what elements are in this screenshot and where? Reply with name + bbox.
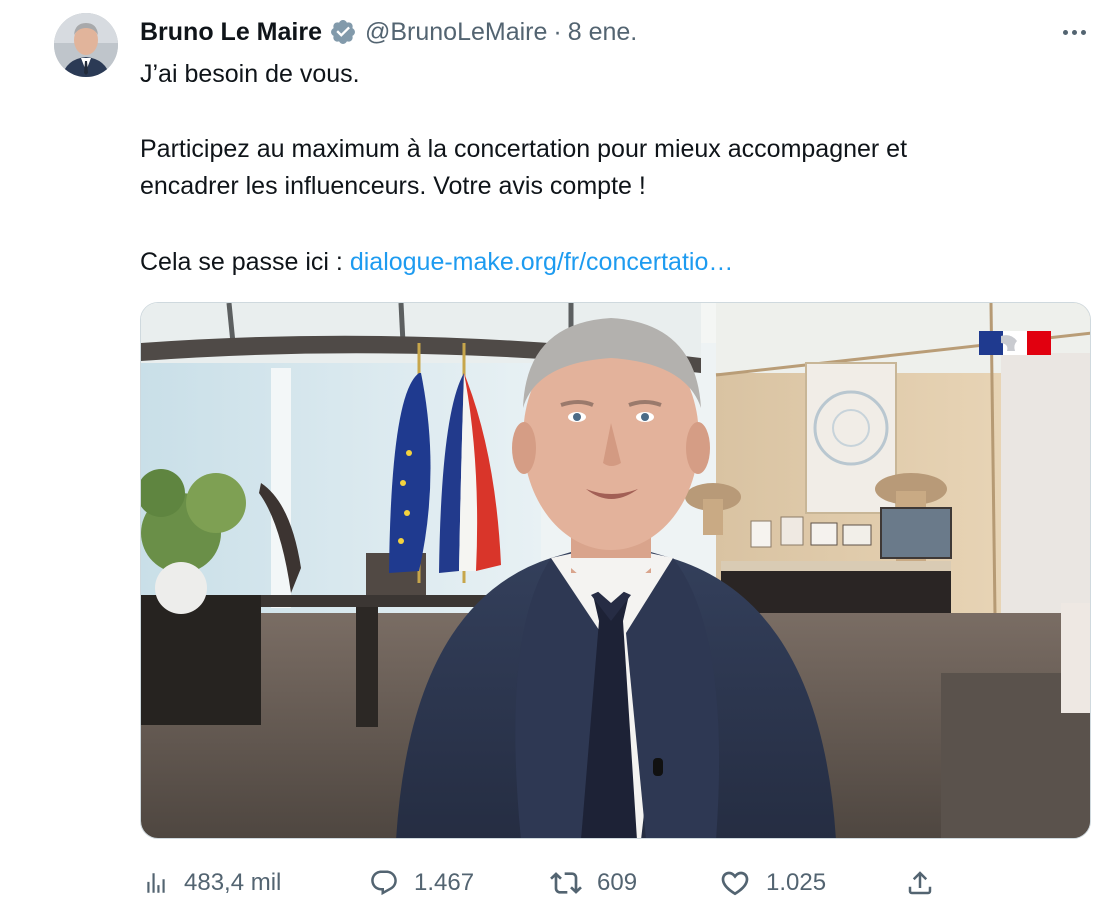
views-button[interactable]: 483,4 mil <box>143 862 281 904</box>
author-handle[interactable]: @BrunoLeMaire <box>365 18 547 47</box>
bar-chart-icon <box>143 870 169 896</box>
share-button[interactable] <box>905 862 935 904</box>
views-count: 483,4 mil <box>184 869 282 896</box>
reply-count: 1.467 <box>414 869 475 896</box>
heart-icon <box>719 867 751 899</box>
tweet-actions: 483,4 mil 1.467 609 1.025 <box>140 862 1090 904</box>
retweet-count: 609 <box>597 869 638 896</box>
retweet-arrows-icon <box>550 867 582 899</box>
share-upload-icon <box>905 868 935 898</box>
tweet-timestamp[interactable]: 8 ene. <box>568 18 638 47</box>
tweet-text-line: Participez au maximum à la concertation … <box>140 135 908 163</box>
retweet-button[interactable]: 609 <box>550 862 637 904</box>
tweet-text-prefix: Cela se passe ici : <box>140 248 350 276</box>
avatar[interactable] <box>54 13 118 77</box>
reply-button[interactable]: 1.467 <box>369 862 474 904</box>
speech-bubble-icon <box>369 868 399 898</box>
tweet-link[interactable]: dialogue-make.org/fr/concertatio… <box>350 248 734 276</box>
author-name[interactable]: Bruno Le Maire <box>140 18 322 47</box>
like-button[interactable]: 1.025 <box>719 862 826 904</box>
tweet-video[interactable] <box>140 302 1091 839</box>
video-frame <box>141 303 1090 838</box>
separator-dot: · <box>553 17 562 46</box>
republique-francaise-logo <box>979 331 1051 355</box>
like-count: 1.025 <box>766 869 827 896</box>
verified-badge-icon <box>329 18 357 46</box>
tweet-header: Bruno Le Maire @BrunoLeMaire · 8 ene. <box>140 16 637 48</box>
more-horizontal-icon[interactable] <box>1058 18 1090 46</box>
avatar-image <box>54 13 118 77</box>
tweet-text-line: J’ai besoin de vous. <box>140 60 360 88</box>
tweet-text-line: encadrer les influenceurs. Votre avis co… <box>140 172 646 200</box>
tweet[interactable]: Bruno Le Maire @BrunoLeMaire · 8 ene. J’… <box>0 0 1120 922</box>
tweet-text-line: Cela se passe ici : dialogue-make.org/fr… <box>140 244 733 281</box>
